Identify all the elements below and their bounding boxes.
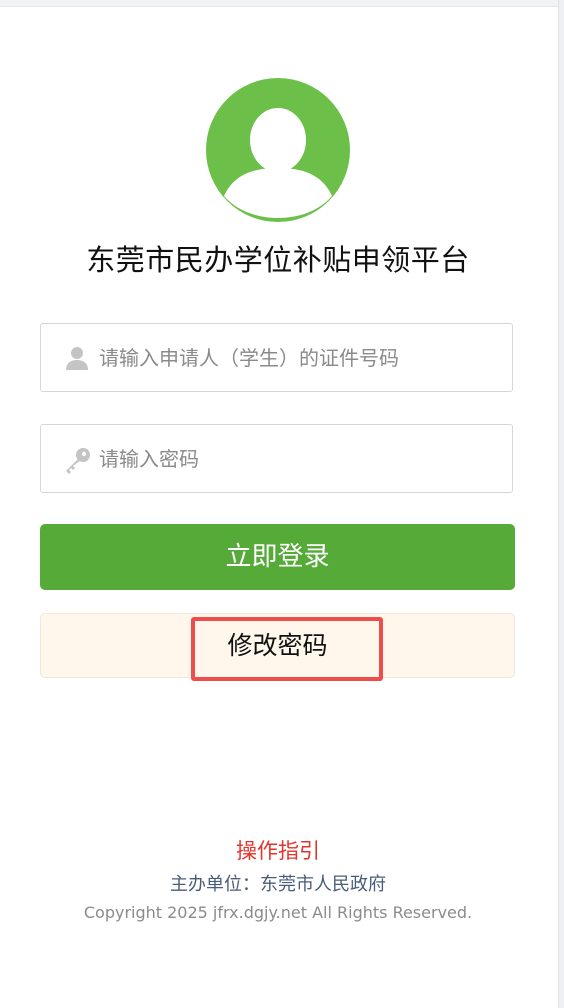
password-field[interactable]	[40, 424, 513, 493]
avatar-icon	[206, 78, 350, 222]
login-button[interactable]: 立即登录	[40, 524, 515, 590]
page-title: 东莞市民办学位补贴申领平台	[86, 243, 470, 277]
user-icon	[63, 344, 91, 372]
password-input[interactable]	[99, 425, 499, 492]
change-password-button[interactable]: 修改密码	[40, 613, 515, 678]
id-number-field[interactable]	[40, 323, 513, 392]
sponsor-text: 主办单位：东莞市人民政府	[170, 874, 386, 895]
change-password-label: 修改密码	[227, 631, 328, 660]
window-top-edge	[0, 0, 560, 7]
scrollbar-track[interactable]	[558, 0, 564, 1008]
login-page: 东莞市民办学位补贴申领平台 立即登录 修改密码 操作指引 主办单位：东莞市人民政…	[0, 0, 564, 1008]
id-number-input[interactable]	[99, 324, 499, 391]
copyright-text: Copyright 2025 jfrx.dgjy.net All Rights …	[83, 903, 473, 922]
operation-guide-link[interactable]: 操作指引	[0, 836, 556, 866]
key-icon	[63, 445, 91, 474]
